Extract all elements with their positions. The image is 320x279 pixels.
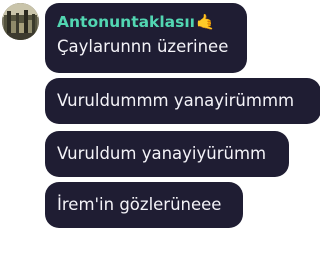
message-text: Vuruldummm yanayirümmm	[57, 91, 295, 110]
message-text: Çaylarunnn üzerinee	[57, 37, 229, 56]
message-bubble[interactable]: İrem'in gözlerüneee	[45, 182, 243, 228]
call-me-hand-emoji-icon: 🤙	[196, 13, 215, 31]
message-bubble[interactable]: Vuruldummm yanayirümmm	[45, 78, 320, 124]
sender-avatar[interactable]	[2, 3, 39, 40]
message-text: İrem'in gözlerüneee	[57, 195, 222, 214]
sender-name[interactable]: Antonuntaklasıı	[57, 11, 195, 33]
sender-row: Antonuntaklasıı 🤙	[57, 11, 247, 33]
message-bubble[interactable]: Vuruldum yanayiyürümm	[45, 131, 289, 177]
avatar-image	[2, 3, 39, 40]
message-bubble[interactable]: Antonuntaklasıı 🤙 Çaylarunnn üzerinee	[45, 3, 247, 73]
message-text: Vuruldum yanayiyürümm	[57, 144, 267, 163]
